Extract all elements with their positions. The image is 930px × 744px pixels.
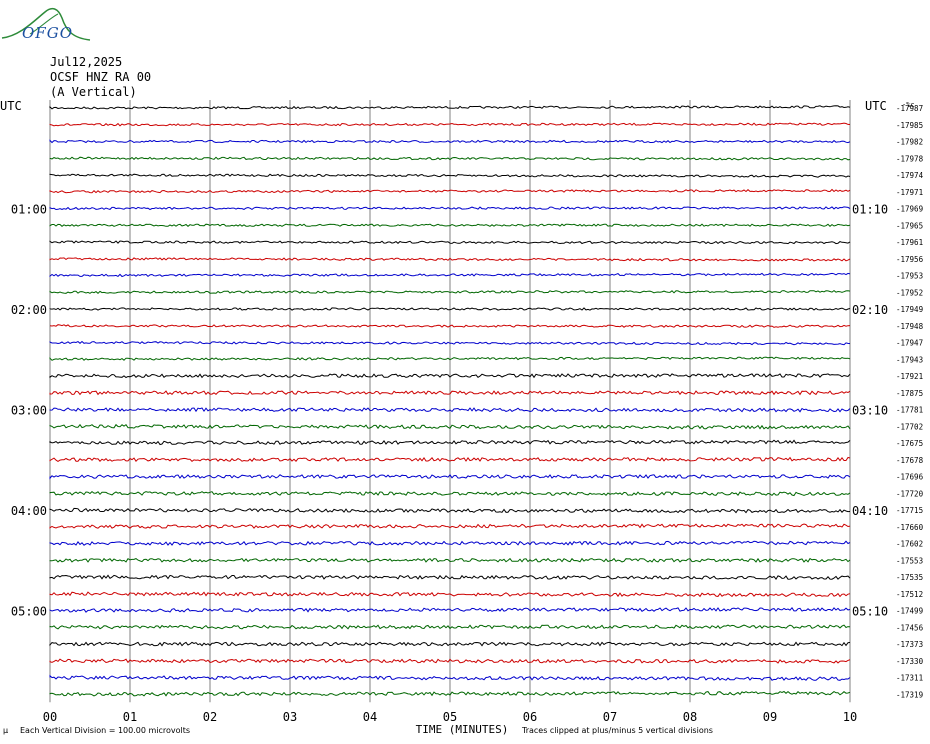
x-tick-label: 00 [43, 710, 57, 724]
x-tick-label: 02 [203, 710, 217, 724]
right-hour-label: 05:10 [852, 605, 888, 619]
row-value-label: -17971 [896, 188, 923, 197]
corner-mark: μ [3, 726, 9, 735]
row-value-label: -17553 [896, 556, 923, 565]
left-hour-label: 04:00 [11, 504, 47, 518]
x-tick-label: 06 [523, 710, 537, 724]
left-hour-label: 01:00 [11, 203, 47, 217]
row-value-label: -17961 [896, 238, 923, 247]
row-value-label: -17974 [896, 171, 924, 180]
row-value-label: -17660 [896, 523, 924, 532]
row-value-label: -17720 [896, 489, 924, 498]
row-value-label: -17330 [896, 657, 924, 666]
row-value-label: -17781 [896, 406, 923, 415]
helicorder-chart: UTC UTC -%c01:0002:0003:0004:0005:0001:100… [0, 7, 924, 736]
row-value-label: -17715 [896, 506, 923, 515]
row-value-label: -17943 [896, 355, 923, 364]
x-tick-label: 10 [843, 710, 857, 724]
x-tick-label: 07 [603, 710, 617, 724]
scale-note: Each Vertical Division = 100.00 microvol… [20, 726, 191, 735]
row-value-label: -17319 [896, 690, 923, 699]
row-value-label: -17947 [896, 339, 923, 348]
row-value-label: -17512 [896, 590, 923, 599]
x-tick-label: 05 [443, 710, 457, 724]
row-value-label: -17982 [896, 138, 923, 147]
row-value-label: -17456 [896, 623, 924, 632]
logo-text: OFGO [22, 24, 73, 42]
x-tick-label: 04 [363, 710, 377, 724]
row-value-label: -17875 [896, 389, 923, 398]
row-value-label: -17953 [896, 272, 923, 281]
row-value-label: -17948 [896, 322, 924, 331]
row-value-label: -17499 [896, 607, 923, 616]
row-value-label: -17678 [896, 456, 924, 465]
right-utc-label: UTC [865, 99, 887, 113]
left-hour-label: 02:00 [11, 303, 47, 317]
x-tick-label: 08 [683, 710, 697, 724]
row-value-label: -17949 [896, 305, 923, 314]
axis-labels: UTC UTC -%c01:0002:0003:0004:0005:0001:100… [0, 99, 924, 736]
row-value-label: -17311 [896, 674, 923, 683]
row-value-label: -17987 [896, 104, 923, 113]
row-value-label: -17965 [896, 221, 923, 230]
left-hour-label: 05:00 [11, 605, 47, 619]
row-value-label: -17696 [896, 473, 924, 482]
component-label: (A Vertical) [50, 85, 137, 99]
x-axis-title: TIME (MINUTES) [416, 723, 509, 736]
right-hour-label: 04:10 [852, 504, 888, 518]
row-value-label: -17602 [896, 540, 923, 549]
row-value-label: -17978 [896, 154, 924, 163]
row-value-label: -17702 [896, 422, 923, 431]
date-label: Jul12,2025 [50, 55, 123, 69]
row-value-label: -17956 [896, 255, 924, 264]
x-tick-label: 09 [763, 710, 777, 724]
right-hour-label: 03:10 [852, 404, 888, 418]
left-utc-label: UTC [0, 99, 22, 113]
row-value-label: -17921 [896, 372, 923, 381]
right-hour-label: 02:10 [852, 303, 888, 317]
row-value-label: -17952 [896, 288, 923, 297]
station-label: OCSF HNZ RA 00 [50, 70, 152, 84]
x-tick-label: 01 [123, 710, 137, 724]
row-value-label: -17373 [896, 640, 923, 649]
clip-note: Traces clipped at plus/minus 5 vertical … [522, 726, 713, 735]
x-tick-label: 03 [283, 710, 297, 724]
row-value-label: -17969 [896, 205, 923, 214]
row-value-label: -17535 [896, 573, 923, 582]
right-hour-label: 01:10 [852, 203, 888, 217]
left-hour-label: 03:00 [11, 404, 47, 418]
row-value-label: -17985 [896, 121, 923, 130]
row-value-label: -17675 [896, 439, 923, 448]
